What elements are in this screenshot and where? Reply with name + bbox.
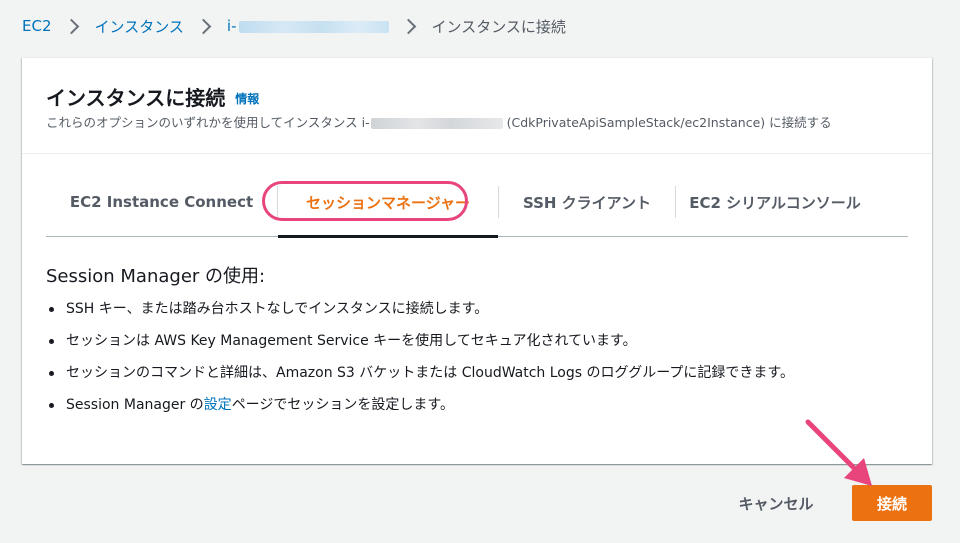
description-suffix: (CdkPrivateApiSampleStack/ec2Instance) に… [506, 115, 832, 130]
tab-label: EC2 シリアルコンソール [689, 193, 861, 212]
list-item-text: Session Manager の [66, 397, 204, 413]
list-item-text: ページでセッションを設定します。 [231, 397, 455, 413]
active-tab-indicator [278, 235, 498, 238]
chevron-right-icon [195, 18, 212, 34]
redacted-instance-id [370, 118, 503, 129]
tab-session-manager[interactable]: セッションマネージャー [278, 181, 498, 223]
breadcrumb-current: インスタンスに接続 [431, 17, 566, 36]
page-title: インスタンスに接続 情報 [46, 82, 259, 111]
connect-button[interactable]: 接続 [852, 485, 932, 521]
tab-label: SSH クライアント [522, 193, 652, 212]
list-item: SSH キー、または踏み台ホストなしでインスタンスに接続します。 [46, 298, 794, 330]
breadcrumb-instance-id-label: i- [226, 17, 237, 35]
breadcrumb-instance-id[interactable]: i- [227, 17, 389, 35]
page-title-text: インスタンスに接続 [46, 86, 226, 110]
chevron-right-icon [63, 18, 79, 34]
tab-ec2-instance-connect[interactable]: EC2 Instance Connect [46, 181, 277, 223]
session-manager-heading: Session Manager の使用: [46, 266, 266, 287]
chevron-right-icon [400, 18, 416, 34]
connection-method-tabs: EC2 Instance Connect セッションマネージャー SSH クライ… [46, 181, 908, 238]
feature-list: SSH キー、または踏み台ホストなしでインスタンスに接続します。 セッションは … [46, 298, 794, 426]
info-link[interactable]: 情報 [235, 92, 259, 106]
tab-label: セッションマネージャー [306, 193, 470, 212]
redacted-instance-id [238, 20, 389, 33]
list-item: Session Manager の設定ページでセッションを設定します。 [46, 394, 794, 426]
panel-header: インスタンスに接続 情報 これらのオプションのいずれかを使用してインスタンス i-… [22, 58, 932, 154]
tab-ssh-client[interactable]: SSH クライアント [499, 181, 675, 223]
settings-link[interactable]: 設定 [204, 397, 232, 413]
tab-label: EC2 Instance Connect [69, 193, 254, 211]
panel-description: これらのオプションのいずれかを使用してインスタンス i- (CdkPrivateA… [46, 112, 832, 131]
list-item: セッションは AWS Key Management Service キーを使用し… [46, 330, 794, 362]
breadcrumb-ec2[interactable]: EC2 [22, 17, 52, 35]
description-prefix: これらのオプションのいずれかを使用してインスタンス i- [46, 115, 370, 130]
breadcrumb: EC2 インスタンス i- インスタンスに接続 [22, 14, 566, 38]
breadcrumb-instances[interactable]: インスタンス [95, 16, 184, 37]
tab-ec2-serial-console[interactable]: EC2 シリアルコンソール [676, 181, 874, 223]
connect-instance-panel: インスタンスに接続 情報 これらのオプションのいずれかを使用してインスタンス i-… [22, 57, 932, 464]
cancel-button[interactable]: キャンセル [716, 486, 836, 520]
list-item: セッションのコマンドと詳細は、Amazon S3 バケットまたは CloudWa… [46, 362, 794, 394]
